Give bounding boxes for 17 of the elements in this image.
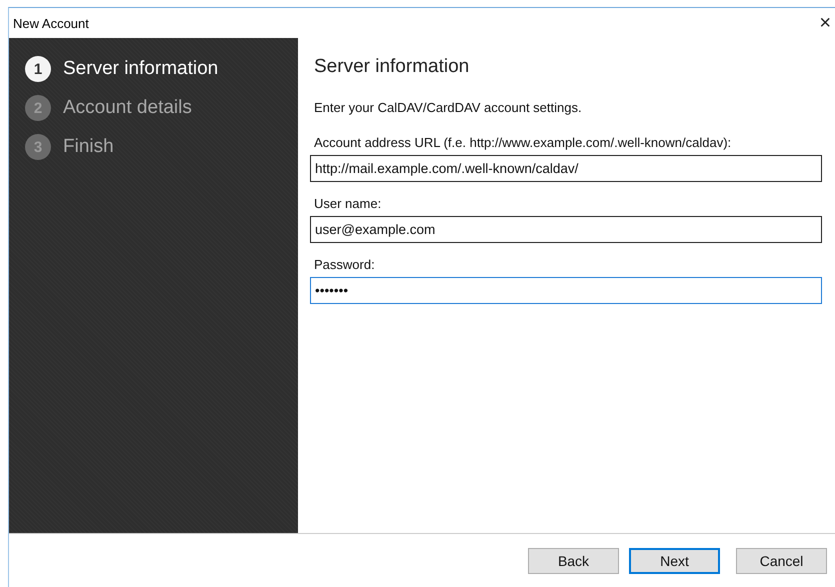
input-field[interactable]: http://mail.example.com/.well-known/caldav/ (310, 155, 822, 182)
field-label: User name: (314, 196, 382, 211)
input-field[interactable]: ••••••• (310, 277, 822, 304)
dialog-button[interactable]: Next (629, 548, 720, 574)
field-label: Password: (314, 257, 376, 272)
intro-text: Enter your CalDAV/CardDAV account settings. (314, 100, 583, 115)
window-title: New Account (13, 16, 89, 30)
step-label: Server information (63, 58, 218, 80)
close-button[interactable]: × (815, 13, 835, 33)
step-number: 1 (25, 56, 51, 82)
page-heading: Server information (314, 56, 470, 78)
dialog-button[interactable]: Back (528, 548, 619, 574)
step-label: Account details (63, 97, 192, 119)
dialog-button[interactable]: Cancel (736, 548, 827, 574)
field-label: Account address URL (f.e. http://www.example.com/.well-known/caldav): (314, 135, 732, 150)
input-field[interactable]: user@example.com (310, 216, 822, 243)
step-label: Finish (63, 136, 114, 158)
